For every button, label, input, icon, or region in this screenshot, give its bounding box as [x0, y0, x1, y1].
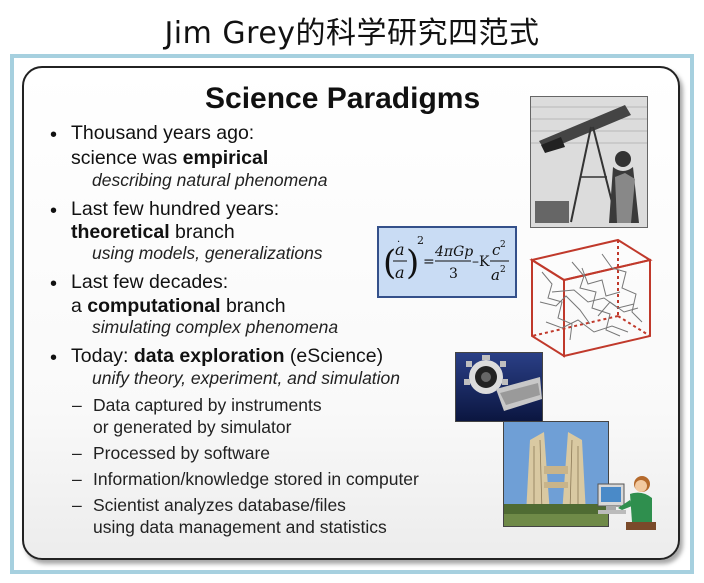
- keyword-data-exploration: data exploration: [133, 345, 285, 367]
- bullet-dot: •: [50, 124, 58, 146]
- bullet-3-line-1: Last few decades:: [71, 271, 229, 293]
- friedmann-equation-box: ( a · a ) 2 = 4πGp 3 –K c 2 a 2: [377, 226, 517, 298]
- bullet-1-subtext: describing natural phenomena: [92, 170, 328, 190]
- dash-marker: –: [72, 495, 82, 515]
- lab-building-image: [503, 421, 609, 527]
- dash-item-1-line-1: Data captured by instruments: [93, 395, 322, 415]
- eq-minus-k: –K: [472, 254, 490, 270]
- keyword-theoretical: theoretical: [71, 221, 170, 243]
- bullet-4-subtext: unify theory, experiment, and simulation: [92, 368, 401, 388]
- bullet-dot: •: [50, 200, 58, 222]
- bullet-4-line-1: Today: data exploration (eScience): [71, 345, 384, 367]
- eq-numerator: 4πGp: [434, 244, 473, 260]
- keyword-empirical: empirical: [182, 147, 269, 169]
- eq-denominator: 3: [449, 266, 458, 282]
- bullet-1-line-1: Thousand years ago:: [71, 122, 255, 144]
- eq-equals: =: [423, 254, 435, 270]
- space-telescope-image: [455, 352, 543, 422]
- svg-text:): ): [406, 243, 419, 283]
- bullet-dot: •: [50, 273, 58, 295]
- bullet-dot: •: [50, 347, 58, 369]
- dash-marker: –: [72, 443, 82, 463]
- bullet-1-line-2: science was empirical: [71, 147, 269, 169]
- bullet-3-line-2: a computational branch: [71, 295, 286, 317]
- dash-marker: –: [72, 395, 82, 415]
- dash-item-1-line-2: or generated by simulator: [93, 417, 292, 437]
- page-heading: Jim Grey的科学研究四范式: [164, 16, 540, 51]
- keyword-computational: computational: [87, 295, 221, 317]
- eq-a-exp: 2: [500, 265, 506, 275]
- simulation-cube-image: [522, 232, 656, 362]
- bullet-2-subtext: using models, generalizations: [92, 243, 323, 263]
- eq-exp: 2: [417, 234, 424, 247]
- dash-marker: –: [72, 469, 82, 489]
- bullet-2-line-2: theoretical branch: [71, 221, 235, 243]
- eq-c-exp: 2: [500, 240, 506, 250]
- bullet-3-subtext: simulating complex phenomena: [92, 317, 339, 337]
- dash-item-2: Processed by software: [93, 443, 271, 463]
- slide-title: Science Paradigms: [205, 82, 481, 115]
- bullet-2-line-1: Last few hundred years:: [71, 198, 280, 220]
- eq-a2: a: [491, 266, 500, 284]
- person-computer-clipart: [596, 470, 660, 532]
- telescope-engraving-image: [530, 96, 648, 228]
- dash-item-4-line-1: Scientist analyzes database/files: [93, 495, 346, 515]
- svg-text:·: ·: [397, 237, 400, 248]
- dash-item-4-line-2: using data management and statistics: [93, 517, 387, 537]
- eq-a: a: [395, 263, 405, 282]
- dash-item-3: Information/knowledge stored in computer: [93, 469, 419, 489]
